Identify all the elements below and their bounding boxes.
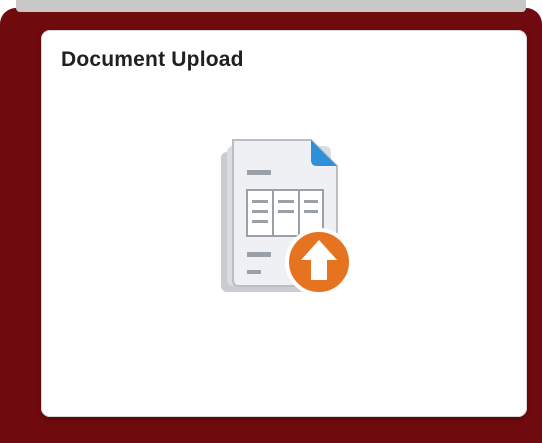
top-strip	[16, 0, 526, 12]
document-upload-tile[interactable]: Document Upload	[41, 30, 527, 417]
tile-title: Document Upload	[61, 48, 244, 71]
document-upload-icon	[213, 130, 363, 310]
